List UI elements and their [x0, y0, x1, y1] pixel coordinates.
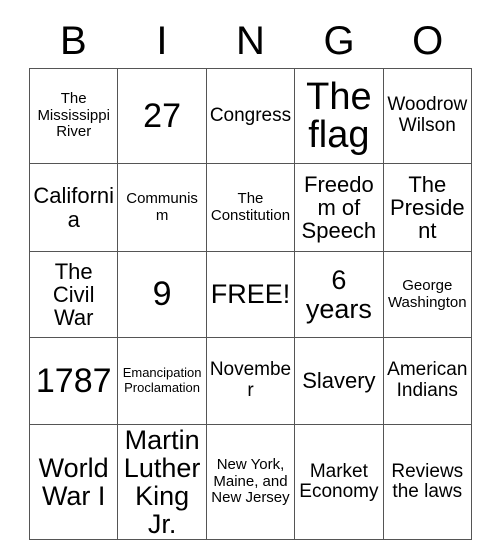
bingo-cell[interactable]: Woodrow Wilson	[382, 68, 473, 164]
bingo-cell-label: George Washington	[387, 277, 467, 311]
bingo-cell-label: The Constitution	[210, 190, 291, 224]
bingo-cell-label: American Indians	[387, 359, 468, 401]
bingo-cell[interactable]: November	[205, 337, 296, 425]
bingo-cell[interactable]: 6 years	[294, 251, 384, 338]
bingo-cell-label: Freedom of Speech	[301, 171, 377, 244]
bingo-cell-label: New York, Maine, and New Jersey	[211, 456, 290, 507]
bingo-cell[interactable]: Slavery	[294, 337, 384, 425]
header-letter-i: I	[156, 18, 168, 63]
bingo-cell-label: Woodrow Wilson	[387, 94, 468, 136]
bingo-cell[interactable]: The President	[382, 163, 473, 252]
bingo-cell-label: World War I	[38, 453, 109, 512]
bingo-cell-label: Martin Luther King Jr.	[123, 425, 201, 540]
bingo-cell[interactable]: Martin Luther King Jr.	[117, 423, 207, 541]
bingo-cell[interactable]: The Constitution	[205, 163, 296, 252]
bingo-cell-free[interactable]: FREE!	[205, 251, 296, 338]
bingo-row: The Civil War 9 FREE! 6 years George Was…	[28, 251, 473, 338]
bingo-cell-label: 27	[143, 96, 181, 135]
bingo-grid-body: The Mississippi River 27 Congress The fl…	[28, 68, 473, 541]
bingo-cell[interactable]: Reviews the laws	[382, 423, 473, 541]
bingo-cell[interactable]: Congress	[205, 68, 296, 164]
bingo-cell[interactable]: Communism	[117, 163, 207, 252]
bingo-cell-label: The President	[389, 171, 465, 244]
bingo-cell[interactable]: Freedom of Speech	[294, 163, 384, 252]
header-letter-o: O	[412, 18, 444, 63]
bingo-cell[interactable]: The flag	[294, 68, 384, 164]
bingo-cell-label: The flag	[306, 76, 372, 156]
bingo-card: B I N G O The Mississippi River 27 Congr…	[28, 13, 473, 541]
bingo-cell[interactable]: 9	[117, 251, 207, 338]
header-letter-n: N	[236, 18, 265, 63]
bingo-row: California Communism The Constitution Fr…	[28, 163, 473, 252]
bingo-cell[interactable]: Market Economy	[294, 423, 384, 541]
bingo-cell[interactable]: Emancipation Proclamation	[117, 337, 207, 425]
bingo-grid: The Mississippi River 27 Congress The fl…	[28, 68, 473, 541]
bingo-cell-label: Emancipation Proclamation	[122, 365, 202, 395]
bingo-cell[interactable]: 27	[117, 68, 207, 164]
free-space-label: FREE!	[210, 279, 291, 310]
header-letter-b: B	[59, 18, 87, 63]
bingo-header-row: B I N G O	[29, 13, 472, 68]
bingo-cell-label: 6 years	[305, 265, 372, 324]
bingo-cell[interactable]: New York, Maine, and New Jersey	[205, 423, 296, 541]
bingo-cell-label: November	[209, 359, 292, 401]
bingo-row: The Mississippi River 27 Congress The fl…	[28, 68, 473, 164]
bingo-cell-label: Reviews the laws	[391, 460, 464, 503]
header-letter-g: G	[323, 18, 355, 63]
bingo-cell[interactable]: The Civil War	[28, 251, 119, 338]
bingo-cell-label: 1787	[35, 361, 112, 400]
bingo-cell[interactable]: World War I	[28, 423, 119, 541]
bingo-cell[interactable]: American Indians	[382, 337, 473, 425]
bingo-row: World War I Martin Luther King Jr. New Y…	[28, 423, 473, 541]
bingo-cell-label: California	[33, 183, 115, 232]
bingo-cell-label: Market Economy	[299, 460, 379, 503]
bingo-cell-label: Congress	[209, 104, 292, 126]
bingo-cell[interactable]: The Mississippi River	[28, 68, 119, 164]
bingo-cell[interactable]: George Washington	[382, 251, 473, 338]
bingo-cell-label: Slavery	[302, 368, 376, 394]
bingo-cell-label: The Civil War	[52, 258, 95, 331]
bingo-cell-label: Communism	[126, 190, 198, 224]
bingo-cell[interactable]: 1787	[28, 337, 119, 425]
bingo-cell-label: 9	[152, 275, 172, 314]
bingo-cell[interactable]: California	[28, 163, 119, 252]
bingo-cell-label: The Mississippi River	[37, 90, 110, 141]
bingo-row: 1787 Emancipation Proclamation November …	[28, 337, 473, 425]
